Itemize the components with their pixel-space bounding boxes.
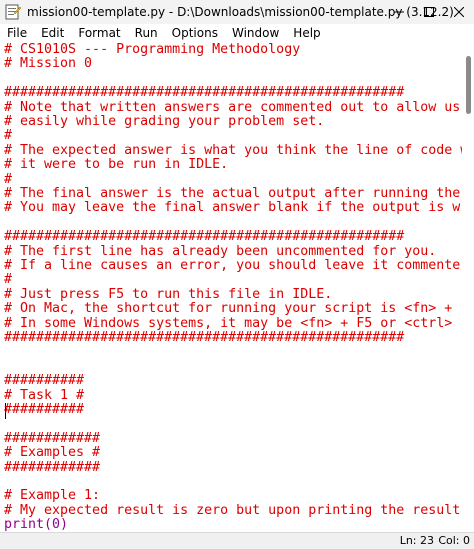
menu-format[interactable]: Format — [71, 24, 127, 42]
code-line[interactable]: ############ — [4, 460, 100, 475]
code-line[interactable]: # You may leave the final answer blank i… — [4, 200, 460, 215]
code-line[interactable]: # The final answer is the actual output … — [4, 186, 460, 201]
code-line[interactable]: # Just press F5 to run this file in IDLE… — [4, 287, 332, 302]
code-line[interactable]: # it were to be run in IDLE. — [4, 157, 228, 172]
code-line[interactable]: # easily while grading your problem set. — [4, 114, 324, 129]
minimize-icon — [394, 11, 404, 13]
code-line[interactable]: # On Mac, the shortcut for running your … — [4, 301, 452, 316]
code-line[interactable]: # The expected answer is what you think … — [4, 143, 462, 158]
code-line[interactable]: # — [4, 272, 12, 287]
code-line[interactable]: ########## — [4, 373, 84, 388]
code-line[interactable]: # Note that written answers are commente… — [4, 100, 460, 115]
code-line[interactable]: # My expected result is zero but upon pr… — [4, 503, 460, 518]
code-line[interactable]: print(0) — [4, 517, 68, 532]
menu-run[interactable]: Run — [128, 24, 165, 42]
menu-help[interactable]: Help — [286, 24, 327, 42]
menu-bar: File Edit Format Run Options Window Help — [0, 24, 474, 42]
code-line[interactable]: # Examples # — [4, 445, 100, 460]
code-line[interactable]: # — [4, 128, 12, 143]
code-line[interactable]: ########################################… — [4, 330, 404, 345]
code-line[interactable]: # If a line causes an error, you should … — [4, 258, 460, 273]
code-line[interactable]: # CS1010S --- Programming Methodology — [4, 42, 300, 57]
code-line[interactable]: ########################################… — [4, 85, 404, 100]
code-line[interactable]: # The first line has already been uncomm… — [4, 244, 436, 259]
vertical-scrollbar[interactable] — [462, 42, 474, 532]
code-line[interactable]: # Task 1 # — [4, 388, 84, 403]
title-bar: mission00-template.py - D:\Downloads\mis… — [0, 0, 474, 24]
maximize-button[interactable] — [414, 0, 444, 24]
status-column-number: Col: 0 — [438, 534, 470, 547]
code-line[interactable]: # Example 1: — [4, 488, 100, 503]
code-editor[interactable]: # CS1010S --- Programming Methodology # M… — [0, 42, 462, 532]
code-line[interactable]: # Mission 0 — [4, 56, 92, 71]
close-button[interactable] — [444, 0, 474, 24]
menu-window[interactable]: Window — [225, 24, 286, 42]
minimize-button[interactable] — [384, 0, 414, 24]
scrollbar-thumb[interactable] — [466, 56, 471, 114]
close-icon — [454, 7, 464, 17]
menu-edit[interactable]: Edit — [34, 24, 71, 42]
menu-file[interactable]: File — [0, 24, 34, 42]
code-line[interactable]: ########################################… — [4, 229, 404, 244]
code-line[interactable]: # — [4, 172, 12, 187]
status-bar: Ln: 23 Col: 0 — [0, 532, 474, 549]
code-line[interactable]: # In some Windows systems, it may be <fn… — [4, 316, 452, 331]
maximize-icon — [424, 7, 434, 17]
python-idle-icon — [5, 4, 21, 20]
menu-options[interactable]: Options — [165, 24, 225, 42]
code-line[interactable]: ############ — [4, 431, 100, 446]
status-line-number: Ln: 23 — [399, 534, 434, 547]
code-line[interactable]: ########## — [4, 402, 84, 417]
window-controls — [384, 0, 474, 24]
